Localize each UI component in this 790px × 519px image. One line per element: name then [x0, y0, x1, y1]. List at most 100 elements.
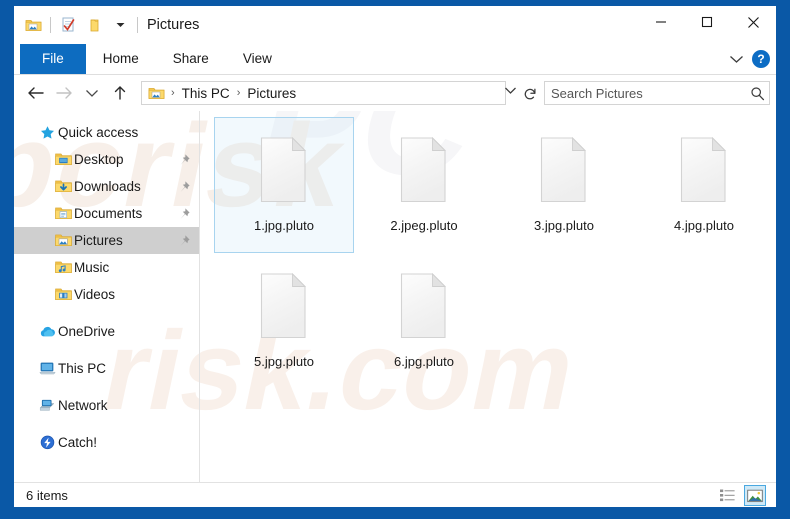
sidebar-item-label: This PC — [58, 361, 106, 376]
star-icon — [36, 125, 58, 140]
toolbar-separator-1 — [50, 17, 51, 33]
tab-file[interactable]: File — [20, 44, 86, 74]
file-name-label: 1.jpg.pluto — [254, 218, 314, 233]
file-item[interactable]: 4.jpg.pluto — [634, 117, 774, 253]
breadcrumb-separator-1[interactable]: › — [169, 87, 177, 99]
window-body: PC pcrisk risk.com — [14, 6, 776, 507]
tab-share[interactable]: Share — [156, 44, 226, 74]
properties-icon[interactable] — [55, 12, 81, 38]
file-name-label: 4.jpg.pluto — [674, 218, 734, 233]
sidebar-item-onedrive[interactable]: OneDrive — [14, 318, 199, 345]
blank-document-icon — [389, 126, 459, 214]
large-icons-view-button[interactable] — [744, 485, 766, 506]
sidebar-item-pictures[interactable]: Pictures — [14, 227, 199, 254]
sidebar-item-this-pc[interactable]: This PC — [14, 355, 199, 382]
item-count-status: 6 items — [26, 483, 68, 507]
pictures-folder-icon — [52, 233, 74, 248]
breadcrumb[interactable]: › This PC › Pictures — [141, 81, 506, 105]
sidebar-item-quick-access[interactable]: Quick access — [14, 119, 199, 146]
refresh-icon[interactable] — [520, 84, 540, 104]
status-bar: 6 items — [14, 482, 776, 507]
sidebar-item-label: OneDrive — [58, 324, 115, 339]
content-area: Quick access Desktop Downloads Documents Pic… — [14, 111, 776, 482]
pin-icon[interactable] — [176, 153, 191, 167]
downloads-folder-icon — [52, 179, 74, 194]
catch-lightning-icon — [36, 435, 58, 450]
network-icon — [36, 398, 58, 413]
pin-icon[interactable] — [176, 234, 191, 248]
file-item[interactable]: 6.jpg.pluto — [354, 253, 494, 389]
file-list-view[interactable]: 1.jpg.pluto 2.jpeg.pluto 3.jpg.pluto 4.jpg.… — [200, 111, 776, 482]
file-name-label: 5.jpg.pluto — [254, 354, 314, 369]
forward-arrow-icon — [50, 78, 78, 108]
nav-group-gap — [14, 419, 199, 429]
breadcrumb-item-this-pc[interactable]: This PC — [179, 86, 233, 101]
nav-group-gap — [14, 345, 199, 355]
toolbar-separator-2 — [137, 17, 138, 33]
file-item[interactable]: 5.jpg.pluto — [214, 253, 354, 389]
new-folder-icon[interactable] — [81, 12, 107, 38]
maximize-button[interactable] — [684, 6, 730, 38]
pin-icon[interactable] — [176, 207, 191, 221]
sidebar-item-label: Videos — [74, 287, 115, 302]
window-title: Pictures — [147, 6, 199, 44]
ribbon-right-controls: ? — [729, 44, 770, 74]
file-item[interactable]: 1.jpg.pluto — [214, 117, 354, 253]
chevron-down-icon[interactable] — [729, 54, 744, 64]
minimize-button[interactable] — [638, 6, 684, 38]
details-view-button[interactable] — [716, 485, 738, 506]
file-name-label: 2.jpeg.pluto — [390, 218, 457, 233]
sidebar-item-label: Pictures — [74, 233, 123, 248]
up-arrow-icon[interactable] — [106, 78, 134, 108]
file-item[interactable]: 3.jpg.pluto — [494, 117, 634, 253]
ribbon-tabs: File Home Share View — [20, 44, 289, 74]
blank-document-icon — [669, 126, 739, 214]
file-item[interactable]: 2.jpeg.pluto — [354, 117, 494, 253]
sidebar-item-label: Downloads — [74, 179, 141, 194]
nav-group-gap — [14, 382, 199, 392]
search-box[interactable] — [544, 81, 770, 105]
quick-access-toolbar — [20, 6, 142, 44]
sidebar-item-desktop[interactable]: Desktop — [14, 146, 199, 173]
tab-view[interactable]: View — [226, 44, 289, 74]
sidebar-item-videos[interactable]: Videos — [14, 281, 199, 308]
window-frame: PC pcrisk risk.com — [0, 0, 790, 519]
navigation-pane: Quick access Desktop Downloads Documents Pic… — [14, 111, 199, 482]
search-icon[interactable] — [745, 86, 769, 101]
address-bar: › This PC › Pictures — [14, 75, 776, 111]
sidebar-item-network[interactable]: Network — [14, 392, 199, 419]
pictures-folder-icon[interactable] — [20, 12, 46, 38]
sidebar-item-documents[interactable]: Documents — [14, 200, 199, 227]
view-mode-buttons — [716, 485, 766, 506]
ribbon-tab-bar: File Home Share View ? — [14, 44, 776, 75]
close-button[interactable] — [730, 6, 776, 38]
address-dropdown-icon[interactable] — [502, 86, 518, 95]
documents-folder-icon — [52, 206, 74, 221]
onedrive-cloud-icon — [36, 324, 58, 339]
window-controls — [638, 6, 776, 38]
quick-access-dropdown-icon[interactable] — [107, 12, 133, 38]
sidebar-item-label: Desktop — [74, 152, 124, 167]
file-grid: 1.jpg.pluto 2.jpeg.pluto 3.jpg.pluto 4.jpg.… — [214, 117, 776, 389]
back-arrow-icon[interactable] — [22, 78, 50, 108]
sidebar-item-music[interactable]: Music — [14, 254, 199, 281]
sidebar-item-label: Quick access — [58, 125, 138, 140]
help-button[interactable]: ? — [752, 50, 770, 68]
nav-group-gap — [14, 308, 199, 318]
videos-folder-icon — [52, 287, 74, 302]
breadcrumb-item-pictures[interactable]: Pictures — [244, 86, 299, 101]
blank-document-icon — [389, 262, 459, 350]
breadcrumb-separator-2[interactable]: › — [235, 87, 243, 99]
blank-document-icon — [249, 126, 319, 214]
file-name-label: 3.jpg.pluto — [534, 218, 594, 233]
sidebar-item-downloads[interactable]: Downloads — [14, 173, 199, 200]
file-name-label: 6.jpg.pluto — [394, 354, 454, 369]
sidebar-item-label: Network — [58, 398, 108, 413]
blank-document-icon — [529, 126, 599, 214]
search-input[interactable] — [545, 86, 745, 101]
title-bar: Pictures — [14, 6, 776, 44]
pin-icon[interactable] — [176, 180, 191, 194]
recent-locations-icon[interactable] — [78, 78, 106, 108]
tab-home[interactable]: Home — [86, 44, 156, 74]
sidebar-item-catch[interactable]: Catch! — [14, 429, 199, 456]
